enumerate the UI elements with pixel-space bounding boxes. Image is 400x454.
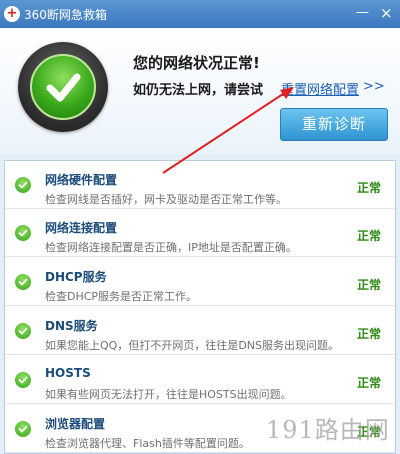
- check-desc: 检查网线是否插好，网卡及驱动是否正常工作等。: [45, 193, 287, 206]
- app-logo-icon: +: [4, 6, 20, 22]
- check-ok-icon: [15, 421, 31, 437]
- check-status: 正常: [357, 327, 382, 341]
- check-title: 网络连接配置: [45, 221, 118, 235]
- minimize-button[interactable]: —: [356, 5, 369, 21]
- check-ok-icon: [15, 225, 31, 241]
- rediagnose-button[interactable]: 重新诊断: [280, 108, 388, 141]
- check-desc: 检查浏览器代理、Flash插件等配置问题。: [45, 437, 250, 450]
- check-desc: 检查DHCP服务是否正常工作。: [45, 290, 198, 303]
- check-row[interactable]: DNS服务 如果您能上QQ，但打不开网页，往往是DNS服务出现问题。 正常: [5, 307, 395, 355]
- check-row[interactable]: HOSTS 如果有些网页无法打开，往往是HOSTS出现问题。 正常: [5, 356, 395, 404]
- window-title: 360断网急救箱: [24, 7, 107, 22]
- check-row[interactable]: 网络连接配置 检查网络连接配置是否正确，IP地址是否配置正确。 正常: [5, 209, 395, 257]
- check-desc: 检查网络连接配置是否正确，IP地址是否配置正确。: [45, 241, 297, 254]
- check-title: DNS服务: [45, 319, 98, 333]
- reset-network-link[interactable]: 重置网络配置: [281, 79, 359, 98]
- check-ok-icon: [15, 372, 31, 388]
- check-title: DHCP服务: [45, 270, 107, 284]
- check-status: 正常: [357, 229, 382, 243]
- close-button[interactable]: ×: [380, 5, 393, 21]
- check-ok-icon: [15, 177, 31, 193]
- check-desc: 如果有些网页无法打开，往往是HOSTS出现问题。: [45, 388, 292, 401]
- site-watermark: 191路由网: [266, 416, 390, 444]
- title-bar: + 360断网急救箱 — ×: [0, 0, 400, 28]
- check-ok-icon: [15, 323, 31, 339]
- check-row[interactable]: 网络硬件配置 检查网线是否插好，网卡及驱动是否正常工作等。 正常: [5, 161, 395, 209]
- check-status: 正常: [357, 278, 382, 292]
- check-status: 正常: [357, 181, 382, 195]
- checkmark-icon: [46, 73, 81, 102]
- check-status: 正常: [357, 376, 382, 390]
- check-title: HOSTS: [45, 366, 91, 380]
- check-desc: 如果您能上QQ，但打不开网页，往往是DNS服务出现问题。: [45, 339, 339, 352]
- network-ok-badge: [18, 42, 108, 132]
- check-title: 网络硬件配置: [45, 173, 118, 187]
- check-row[interactable]: DHCP服务 检查DHCP服务是否正常工作。 正常: [5, 258, 395, 306]
- hint-text: 如仍无法上网，请尝试: [133, 83, 264, 98]
- check-title: 浏览器配置: [45, 417, 106, 431]
- status-title: 您的网络状况正常!: [133, 54, 260, 72]
- check-ok-icon: [15, 274, 31, 290]
- reset-arrows[interactable]: >>: [363, 79, 385, 94]
